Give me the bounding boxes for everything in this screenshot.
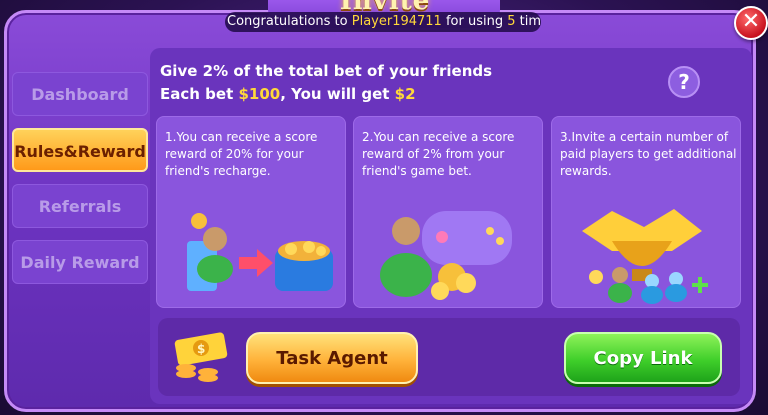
tab-daily-reward[interactable]: Daily Reward <box>12 240 148 284</box>
ticker-suffix: times <box>519 14 541 29</box>
task-agent-button[interactable]: Task Agent <box>246 332 418 384</box>
tab-rules-reward[interactable]: Rules&Reward <box>12 128 148 172</box>
game-bet-icon <box>380 211 512 300</box>
rule-card-recharge: 1.You can receive a score reward of 20% … <box>156 116 346 308</box>
rule-card-text: 3.Invite a certain number of paid player… <box>560 130 737 178</box>
intro-line-2: Each bet $100, You will get $2 <box>160 85 416 103</box>
tab-label: Rules&Reward <box>14 142 146 161</box>
close-icon: ✕ <box>741 9 761 34</box>
rule-card-text: 1.You can receive a score reward of 20% … <box>165 130 318 178</box>
reward-amount: $2 <box>394 85 416 103</box>
copy-link-button[interactable]: Copy Link <box>564 332 722 384</box>
bet-amount: $100 <box>238 85 281 103</box>
help-icon: ? <box>678 70 690 94</box>
intro-prefix: Each bet <box>160 85 239 103</box>
intro-middle: , You will get <box>280 85 395 103</box>
tab-dashboard[interactable]: Dashboard <box>12 72 148 116</box>
rule-card-text: 2.You can receive a score reward of 2% f… <box>362 130 515 178</box>
ticker-middle: for using <box>441 14 508 29</box>
rule-card-invite-players: 3.Invite a certain number of paid player… <box>551 116 741 308</box>
sidebar: Dashboard Rules&Reward Referrals Daily R… <box>12 72 150 296</box>
tab-label: Dashboard <box>31 85 129 104</box>
cash-stack-icon: $ <box>174 332 228 382</box>
ticker-player: Player194711 <box>351 14 442 29</box>
tab-label: Daily Reward <box>20 253 140 272</box>
tab-referrals[interactable]: Referrals <box>12 184 148 228</box>
rule-card-game-bet: 2.You can receive a score reward of 2% f… <box>353 116 543 308</box>
recharge-reward-icon <box>187 213 333 291</box>
close-button[interactable]: ✕ <box>734 6 768 40</box>
tab-label: Referrals <box>38 197 122 216</box>
intro-line-1: Give 2% of the total bet of your friends <box>160 62 493 80</box>
svg-text:$: $ <box>197 342 205 356</box>
congratulations-ticker: Congratulations to Player194711 for usin… <box>225 12 541 32</box>
ticker-count: 5 <box>507 14 516 29</box>
trophy-reward-icon <box>582 209 708 304</box>
help-button[interactable]: ? <box>668 66 700 98</box>
ticker-prefix: Congratulations to <box>227 14 352 29</box>
